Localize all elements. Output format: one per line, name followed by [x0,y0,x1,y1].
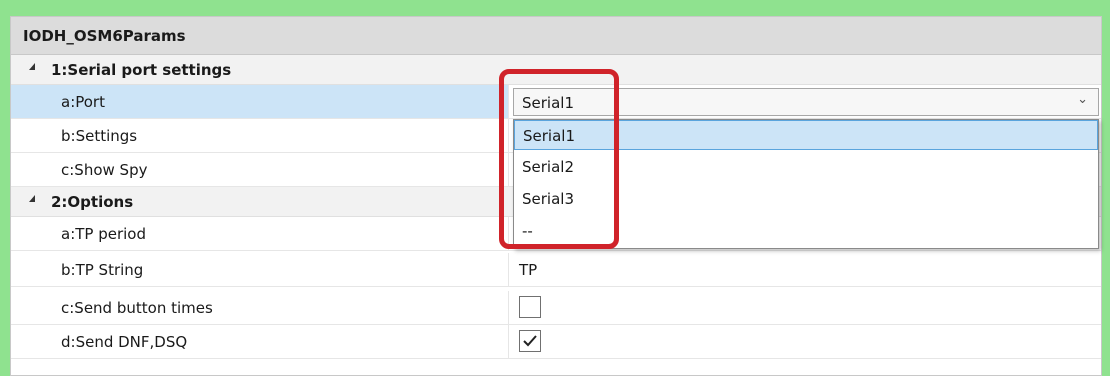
property-name: a:Port [11,85,509,118]
property-name: b:Settings [11,119,509,152]
property-value[interactable] [509,325,1101,358]
panel-title: IODH_OSM6Params [11,17,1101,55]
collapse-triangle-icon[interactable] [29,195,35,202]
property-row-send-dnf-dsq[interactable]: d:Send DNF,DSQ [11,325,1101,359]
collapse-triangle-icon[interactable] [29,63,35,70]
property-name: a:TP period [11,217,509,250]
checkmark-icon [523,335,537,347]
send-dnf-dsq-checkbox[interactable] [519,330,541,352]
send-button-times-checkbox[interactable] [519,296,541,318]
category-label: 2:Options [51,193,134,211]
property-row-send-button-times[interactable]: c:Send button times [11,291,1101,325]
property-name: c:Send button times [11,291,509,324]
chevron-down-icon[interactable]: ⌄ [1077,92,1088,107]
property-grid-panel: IODH_OSM6Params 1:Serial port settings a… [10,16,1102,376]
property-name: b:TP String [11,253,509,286]
property-name: c:Show Spy [11,153,509,186]
tp-string-value[interactable]: TP [509,253,1101,286]
property-row-tp-string[interactable]: b:TP String TP [11,253,1101,287]
category-label: 1:Serial port settings [51,61,232,79]
property-value[interactable] [509,291,1101,324]
annotation-highlight-box [499,69,619,249]
property-name: d:Send DNF,DSQ [11,325,509,358]
